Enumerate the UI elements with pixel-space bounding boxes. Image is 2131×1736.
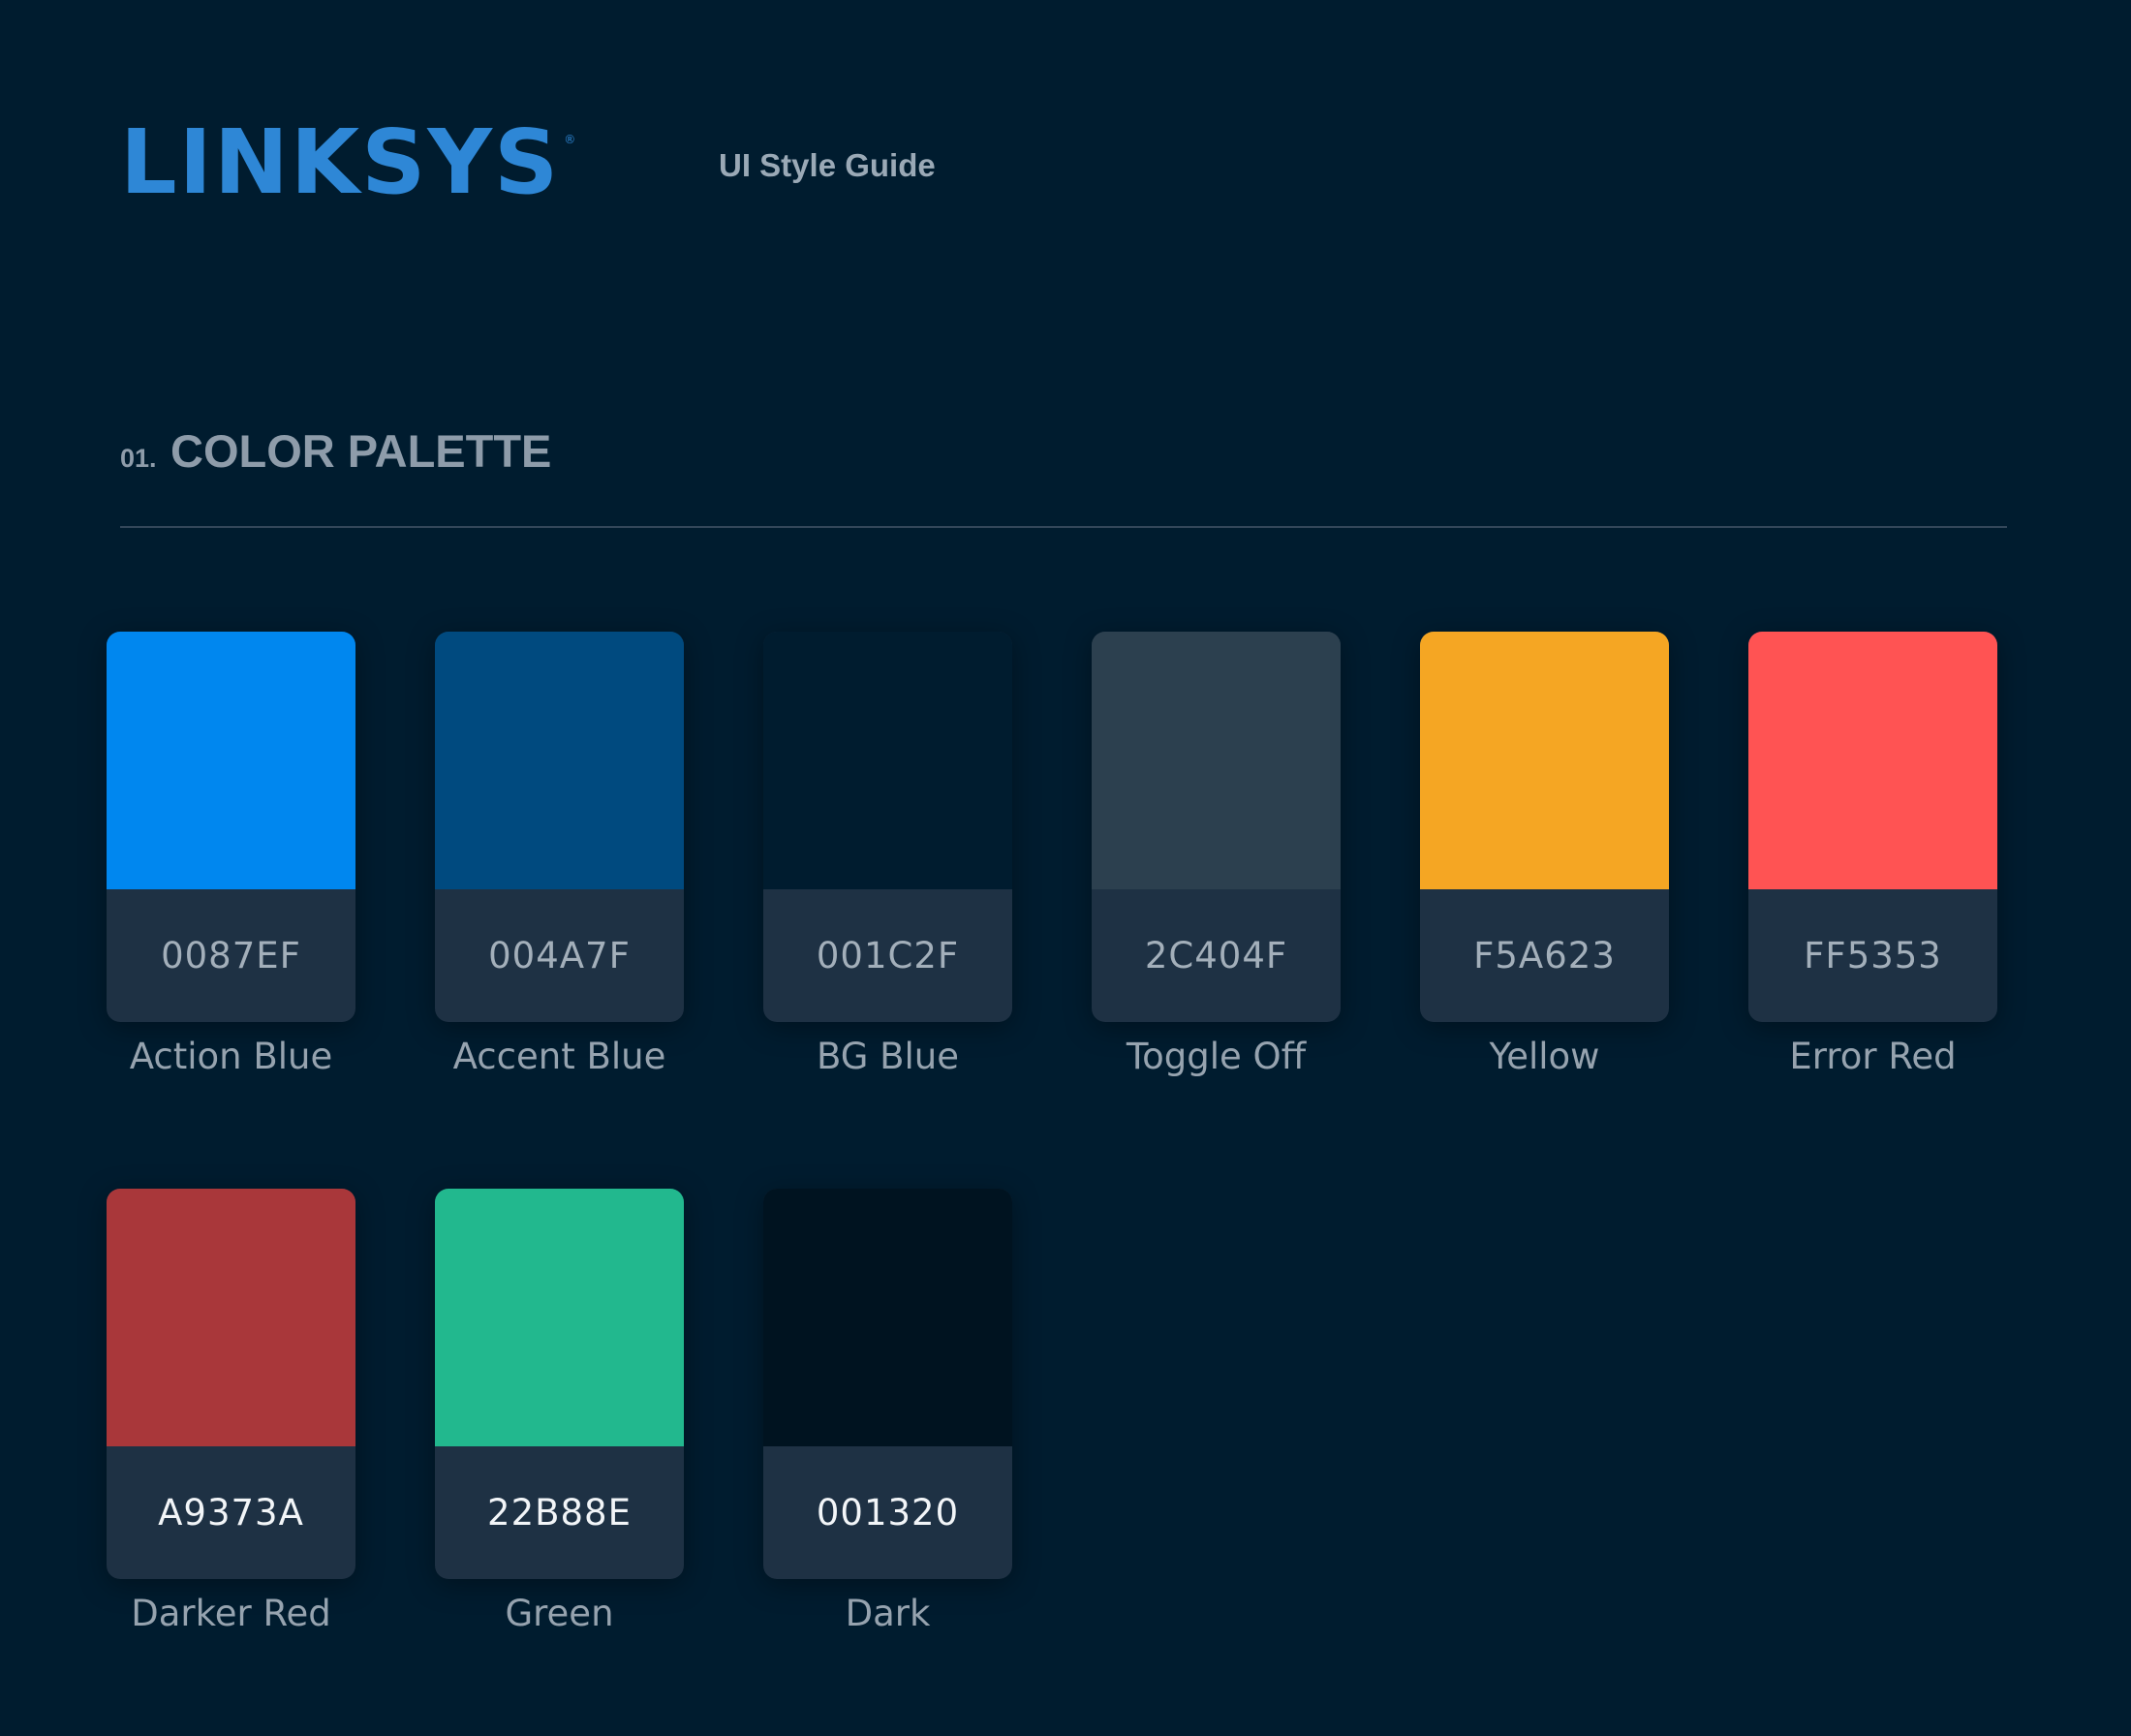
swatch-hex-code: 0087EF	[161, 935, 301, 976]
swatch-box: 004A7F	[435, 632, 684, 1022]
swatch-card-green: 22B88E Green	[435, 1189, 684, 1634]
registered-mark: ®	[564, 133, 578, 146]
swatch-name: BG Blue	[816, 1036, 960, 1077]
swatch-card-yellow: F5A623 Yellow	[1420, 632, 1669, 1077]
swatch-name: Action Blue	[129, 1036, 333, 1077]
swatch-card-action-blue: 0087EF Action Blue	[107, 632, 355, 1077]
swatch-color	[1748, 632, 1997, 889]
swatch-card-darker-red: A9373A Darker Red	[107, 1189, 355, 1634]
swatch-card-bg-blue: 001C2F BG Blue	[763, 632, 1012, 1077]
logo-text: LINKSYS	[120, 110, 561, 214]
swatch-card-accent-blue: 004A7F Accent Blue	[435, 632, 684, 1077]
swatch-box: FF5353	[1748, 632, 1997, 1022]
swatch-box: 0087EF	[107, 632, 355, 1022]
swatch-name: Green	[505, 1593, 614, 1634]
swatch-box: A9373A	[107, 1189, 355, 1579]
swatch-name: Dark	[845, 1593, 931, 1634]
section-number: 01.	[120, 444, 157, 473]
swatch-hex-code: A9373A	[158, 1492, 304, 1534]
section-divider	[120, 526, 2007, 528]
section-title: COLOR PALETTE	[170, 425, 552, 477]
swatch-box: F5A623	[1420, 632, 1669, 1022]
swatch-hex-code: 22B88E	[487, 1492, 632, 1534]
swatch-color	[763, 632, 1012, 889]
swatch-box: 2C404F	[1092, 632, 1341, 1022]
swatch-box: 22B88E	[435, 1189, 684, 1579]
swatch-name: Yellow	[1489, 1036, 1600, 1077]
swatch-card-error-red: FF5353 Error Red	[1748, 632, 1997, 1077]
swatch-hex-code: 001320	[816, 1492, 960, 1534]
swatch-hex-code: FF5353	[1804, 935, 1942, 976]
swatch-color	[763, 1189, 1012, 1446]
swatch-card-dark: 001320 Dark	[763, 1189, 1012, 1634]
section-heading: 01. COLOR PALETTE	[120, 424, 551, 478]
swatch-name: Toggle Off	[1126, 1036, 1307, 1077]
swatch-color	[1420, 632, 1669, 889]
swatch-name: Error Red	[1789, 1036, 1957, 1077]
swatch-card-toggle-off: 2C404F Toggle Off	[1092, 632, 1341, 1077]
swatch-color	[107, 1189, 355, 1446]
swatch-hex-code: 2C404F	[1144, 935, 1288, 976]
swatch-box: 001C2F	[763, 632, 1012, 1022]
swatch-name: Darker Red	[131, 1593, 331, 1634]
swatch-hex-code: F5A623	[1473, 935, 1616, 976]
swatch-box: 001320	[763, 1189, 1012, 1579]
swatch-hex-code: 004A7F	[488, 935, 631, 976]
color-swatch-grid: 0087EF Action Blue 004A7F Accent Blue 00…	[107, 632, 1997, 1634]
swatch-hex-code: 001C2F	[816, 935, 960, 976]
swatch-color	[435, 632, 684, 889]
linksys-logo: LINKSYS ®	[120, 118, 575, 207]
page-subtitle: UI Style Guide	[719, 147, 936, 183]
swatch-color	[107, 632, 355, 889]
swatch-name: Accent Blue	[452, 1036, 666, 1077]
swatch-color	[435, 1189, 684, 1446]
swatch-color	[1092, 632, 1341, 889]
